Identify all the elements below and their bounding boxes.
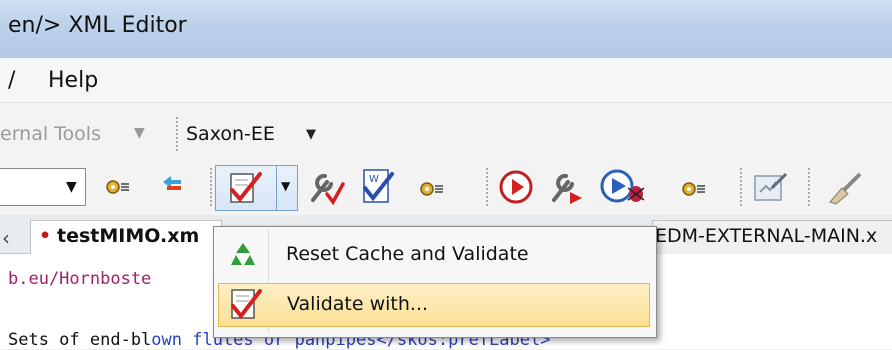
chevron-down-icon[interactable]: ▼ [306,127,316,142]
tab-label: EDM-EXTERNAL-MAIN.x [655,225,878,247]
code-line: b.eu/Hornboste [8,269,152,289]
back-arrow-icon[interactable] [160,172,184,200]
menu-item-help[interactable]: Help [48,68,98,93]
external-tools-button[interactable]: ernal Tools [0,123,101,145]
menu-item-partial[interactable]: / [8,68,15,93]
saxon-selector[interactable]: Saxon-EE [186,123,275,145]
brush-icon[interactable] [826,170,866,210]
toolbar-separator [176,117,178,151]
chevron-down-icon[interactable]: ▼ [134,125,145,141]
window-title: en/> XML Editor [8,13,187,38]
chevron-down-icon[interactable]: ▼ [66,179,77,195]
validate-schema-icon[interactable]: W [360,168,396,210]
apply-transformation-icon[interactable] [498,169,534,209]
recycle-icon [231,243,255,265]
validate-dropdown-menu: Reset Cache and Validate Validate with..… [213,226,657,338]
configure-transformation-icon[interactable] [548,170,588,210]
tab-testmimo[interactable]: • testMIMO.xm [30,220,222,254]
validate-dropdown-arrow[interactable]: ▼ [276,165,298,211]
code-text: Sets of end-bl [8,330,152,350]
toolbar-separator [808,168,810,206]
tab-edm-external-main[interactable]: EDM-EXTERNAL-MAIN.x [652,220,892,254]
validate-with-icon [231,289,262,320]
configure-validation-icon[interactable] [307,170,347,210]
gear-icon[interactable] [418,178,444,204]
gear-icon[interactable] [104,176,130,202]
toolbar-external-tools: ernal Tools ▼ Saxon-EE ▼ [0,103,892,161]
toolbar-separator [210,168,212,206]
debug-icon[interactable] [600,168,648,210]
title-bar: en/> XML Editor [0,0,892,58]
validate-button[interactable] [215,165,277,211]
svg-text:W: W [369,174,379,185]
tab-label: testMIMO.xm [57,225,200,247]
toolbar-separator [486,168,488,206]
menu-item-label: Validate with... [287,293,429,315]
menu-item-validate-with[interactable]: Validate with... [218,283,650,327]
toolbar-separator [740,168,742,206]
menu-bar: / Help [0,58,892,103]
gear-icon[interactable] [680,178,706,204]
menu-item-reset-cache-validate[interactable]: Reset Cache and Validate [218,233,650,277]
modified-marker: • [39,225,52,247]
menu-item-label: Reset Cache and Validate [286,243,529,265]
tab-scroll-left-icon[interactable]: ‹ [2,226,10,250]
edit-document-icon[interactable] [752,170,788,208]
